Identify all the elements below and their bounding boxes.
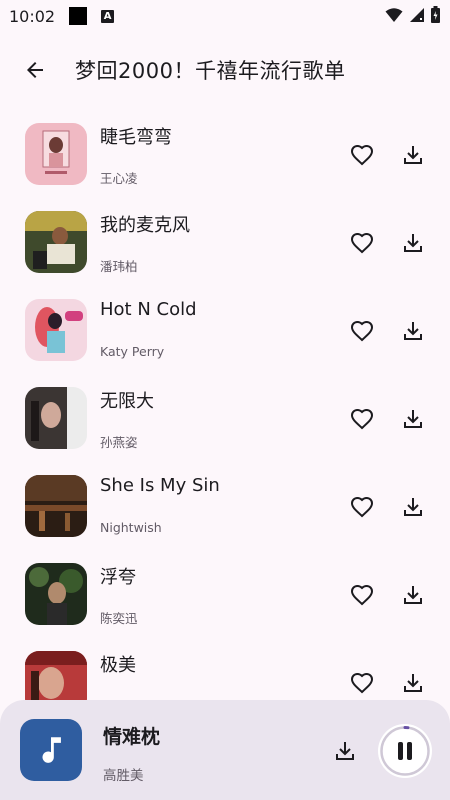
song-list[interactable]: 睫毛弯弯 王心凌 我的麦克风 潘玮柏 Hot N Cold Katy Perry… xyxy=(0,110,450,726)
album-cover xyxy=(25,299,87,361)
download-button[interactable] xyxy=(398,580,428,610)
song-row[interactable]: 睫毛弯弯 王心凌 xyxy=(0,110,450,198)
signal-icon xyxy=(410,7,424,22)
now-playing-artist: 高胜美 xyxy=(103,768,144,784)
song-artist: Katy Perry xyxy=(100,344,165,359)
download-icon xyxy=(404,498,422,516)
status-time: 10:02 xyxy=(9,6,56,26)
favorite-button[interactable] xyxy=(347,140,377,170)
favorite-button[interactable] xyxy=(347,492,377,522)
favorite-button[interactable] xyxy=(347,580,377,610)
favorite-button[interactable] xyxy=(347,404,377,434)
album-cover xyxy=(25,475,87,537)
heart-outline-icon xyxy=(350,496,374,518)
app-bar: 梦回2000！千禧年流行歌单 xyxy=(0,40,450,100)
song-title: She Is My Sin xyxy=(100,475,220,496)
song-artist: 孙燕姿 xyxy=(100,435,138,450)
song-row[interactable]: 浮夸 陈奕迅 xyxy=(0,550,450,638)
download-icon xyxy=(336,742,354,760)
heart-outline-icon xyxy=(350,584,374,606)
download-button[interactable] xyxy=(398,228,428,258)
play-button-background xyxy=(378,724,432,778)
heart-outline-icon xyxy=(350,144,374,166)
album-cover xyxy=(25,563,87,625)
song-title: 我的麦克风 xyxy=(100,215,190,236)
song-artist: 陈奕迅 xyxy=(100,611,138,626)
battery-icon xyxy=(431,6,440,23)
album-cover xyxy=(25,211,87,273)
download-icon xyxy=(404,586,422,604)
player-download-button[interactable] xyxy=(330,736,360,766)
now-playing-cover[interactable] xyxy=(20,719,82,781)
notification-a-icon: A xyxy=(101,9,115,23)
download-button[interactable] xyxy=(398,316,428,346)
heart-outline-icon xyxy=(350,232,374,254)
song-title: 极美 xyxy=(100,655,136,676)
back-button[interactable] xyxy=(15,50,55,90)
favorite-button[interactable] xyxy=(347,316,377,346)
heart-outline-icon xyxy=(350,672,374,694)
album-cover xyxy=(25,123,87,185)
download-button[interactable] xyxy=(398,492,428,522)
download-icon xyxy=(404,146,422,164)
play-pause-button[interactable] xyxy=(378,724,432,778)
notification-square-icon xyxy=(69,7,88,25)
arrow-left-icon xyxy=(27,62,43,78)
song-title: 浮夸 xyxy=(100,567,136,588)
wifi-icon xyxy=(385,7,403,22)
song-row[interactable]: She Is My Sin Nightwish xyxy=(0,462,450,550)
song-row[interactable]: Hot N Cold Katy Perry xyxy=(0,286,450,374)
heart-outline-icon xyxy=(350,320,374,342)
song-artist: Nightwish xyxy=(100,520,162,535)
page-title: 梦回2000！千禧年流行歌单 xyxy=(75,59,346,83)
download-icon xyxy=(404,322,422,340)
music-note-icon xyxy=(42,737,61,763)
heart-outline-icon xyxy=(350,408,374,430)
album-cover xyxy=(25,387,87,449)
song-row[interactable]: 无限大 孙燕姿 xyxy=(0,374,450,462)
favorite-button[interactable] xyxy=(347,668,377,698)
download-button[interactable] xyxy=(398,140,428,170)
favorite-button[interactable] xyxy=(347,228,377,258)
song-title: Hot N Cold xyxy=(100,299,197,320)
now-playing-title: 情难枕 xyxy=(103,726,161,748)
status-bar: 10:02 A xyxy=(0,0,450,32)
download-icon xyxy=(404,410,422,428)
song-artist: 王心凌 xyxy=(100,171,138,186)
song-artist: 潘玮柏 xyxy=(100,259,138,274)
download-button[interactable] xyxy=(398,668,428,698)
status-icons xyxy=(385,6,440,23)
song-title: 睫毛弯弯 xyxy=(100,127,172,148)
mini-player[interactable]: 情难枕 高胜美 xyxy=(0,700,450,800)
song-row[interactable]: 我的麦克风 潘玮柏 xyxy=(0,198,450,286)
download-icon xyxy=(404,674,422,692)
download-button[interactable] xyxy=(398,404,428,434)
song-title: 无限大 xyxy=(100,391,154,412)
download-icon xyxy=(404,234,422,252)
